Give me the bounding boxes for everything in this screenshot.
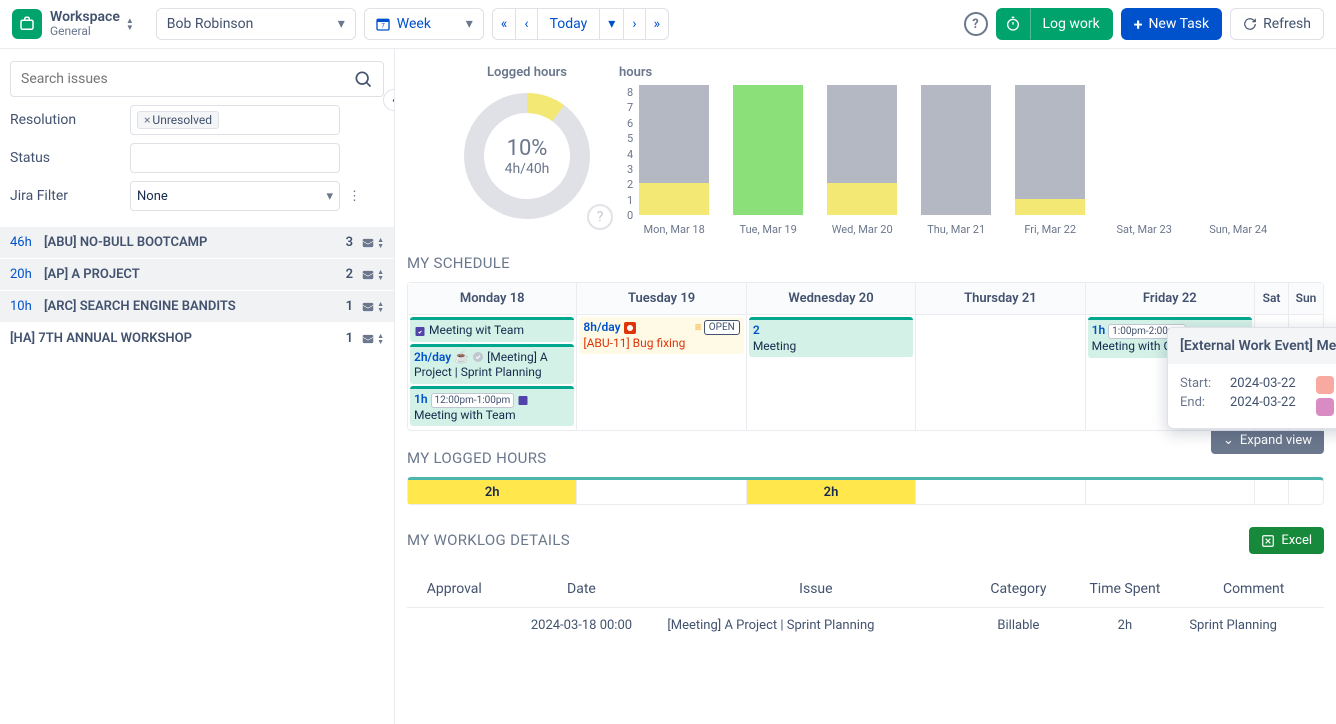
bar-day: Fri, Mar 22 [1015,85,1085,236]
jira-filter-label: Jira Filter [10,188,130,204]
worklog-row[interactable]: 2024-03-18 00:00[Meeting] A Project | Sp… [407,608,1324,644]
color-swatch[interactable] [1316,398,1334,416]
event-sprint-planning[interactable]: 2h/day ☕ [Meeting] A Project | Sprint Pl… [410,344,574,384]
search-input-wrap[interactable] [10,61,384,97]
color-swatch[interactable] [1316,376,1334,394]
worklog-header: Comment [1183,571,1324,608]
search-input[interactable] [21,71,353,87]
today-dropdown[interactable]: ▾ [600,8,624,40]
expand-view-button[interactable]: ⌄Expand view [1211,431,1324,454]
schedule-day-header: Sun [1289,283,1323,314]
logged-hours-bar: 2h 2h [407,477,1324,505]
donut-title: Logged hours [487,65,567,80]
logged-hours-cell[interactable] [916,480,1085,504]
jira-filter-field[interactable]: None▾ [130,181,340,211]
schedule-day-header: Monday 18 [408,283,577,314]
excel-icon [1261,534,1275,548]
event-meeting-team-pm[interactable]: 1h 12:00pm-1:00pm Meeting with Team [410,386,574,427]
calendar-check-icon [414,325,426,337]
schedule-day-header: Friday 22 [1086,283,1255,314]
new-task-button[interactable]: +New Task [1121,8,1222,40]
user-selector[interactable]: Bob Robinson▾ [156,8,356,40]
refresh-icon [1243,17,1257,31]
calendar-icon: 7 [375,16,391,32]
search-icon [353,69,373,89]
schedule-day-header: Thursday 21 [916,283,1085,314]
popup-end-date: 2024-03-22 [1230,395,1296,410]
donut-ratio: 4h/40h [505,161,550,177]
resolution-field[interactable]: Unresolved [130,105,340,135]
event-bug-fixing[interactable]: 8h/day ≡OPEN [ABU-11] Bug fixing [579,317,743,354]
nav-next-button[interactable]: › [624,8,645,40]
schedule-day-header: Sat [1255,283,1289,314]
bar-day: Thu, Mar 21 [921,85,991,236]
logged-hours-donut: 10% 4h/40h ? [457,86,597,226]
issue-row[interactable]: 10h[ARC] SEARCH ENGINE BANDITS1▲▼ [0,291,394,323]
excel-export-button[interactable]: Excel [1249,527,1324,554]
schedule-day-header: Tuesday 19 [577,283,746,314]
logged-hours-cell[interactable]: 2h [747,480,916,504]
popup-start-date: 2024-03-22 [1230,376,1296,391]
worklog-header: Time Spent [1066,571,1183,608]
workspace-selector[interactable]: Workspace General [50,10,120,39]
status-field[interactable] [130,143,340,173]
calendar-icon [517,394,529,406]
schedule-cell-tue[interactable]: 8h/day ≡OPEN [ABU-11] Bug fixing [577,315,746,430]
issue-row[interactable]: [HA] 7TH ANNUAL WORKSHOP1▲▼ [0,323,394,355]
view-selector[interactable]: 7 Week▾ [364,8,484,40]
worklog-header: Issue [661,571,970,608]
nav-prev-button[interactable]: ‹ [516,8,537,40]
worklog-header: Category [970,571,1066,608]
resolution-label: Resolution [10,112,130,128]
schedule-cell-wed[interactable]: 2 Meeting [747,315,916,430]
resolution-tag[interactable]: Unresolved [137,111,219,129]
bar-day: Mon, Mar 18 [639,85,709,236]
logged-hours-cell[interactable] [1255,480,1289,504]
logged-hours-cell[interactable] [1289,480,1323,504]
bars-title: hours [619,65,1273,80]
issue-row[interactable]: 20h[AP] A PROJECT2▲▼ [0,259,394,291]
schedule-day-header: Wednesday 20 [747,283,916,314]
status-label: Status [10,150,130,166]
event-popup: [External Work Event] Meeting with Clien… [1167,327,1336,429]
nav-last-button[interactable]: » [646,8,670,40]
stopwatch-icon [1005,16,1021,32]
schedule-cell-mon[interactable]: Meeting wit Team 2h/day ☕ [Meeting] A Pr… [408,315,577,430]
logged-hours-cell[interactable]: 2h [408,480,577,504]
worklog-header: Approval [407,571,502,608]
workspace-icon[interactable] [12,9,42,39]
nav-first-button[interactable]: « [492,8,517,40]
schedule-cell-thu[interactable] [916,315,1085,430]
event-meeting-team[interactable]: Meeting wit Team [410,317,574,342]
today-button[interactable]: Today [538,8,601,40]
worklog-header: Date [502,571,662,608]
logged-hours-cell[interactable] [1086,480,1255,504]
log-work-button[interactable]: Log work [1030,8,1113,40]
svg-text:7: 7 [381,22,385,29]
workspace-switch-icon[interactable]: ▲▼ [126,17,134,31]
issue-row[interactable]: 46h[ABU] NO-BULL BOOTCAMP3▲▼ [0,227,394,259]
worklog-section-title: MY WORKLOG DETAILS [407,531,570,549]
bar-day: Tue, Mar 19 [733,85,803,236]
logged-hours-cell[interactable] [577,480,746,504]
bar-day: Sat, Mar 23 [1109,85,1179,236]
filter-more-button[interactable]: ⋮ [348,189,361,204]
donut-help-icon[interactable]: ? [587,204,613,230]
schedule-section-title: MY SCHEDULE [407,254,1324,272]
bar-day: Wed, Mar 20 [827,85,897,236]
event-wed-meeting[interactable]: 2 Meeting [749,317,913,357]
timer-button[interactable] [996,8,1030,40]
bar-day: Sun, Mar 24 [1203,85,1273,236]
worklog-table: ApprovalDateIssueCategoryTime SpentComme… [407,571,1324,643]
logged-section-title: MY LOGGED HOURS [407,449,546,467]
donut-percent: 10% [507,136,548,161]
refresh-button[interactable]: Refresh [1230,8,1324,40]
popup-title: [External Work Event] Meeting with Clien… [1180,338,1336,354]
help-button[interactable]: ? [964,12,988,36]
